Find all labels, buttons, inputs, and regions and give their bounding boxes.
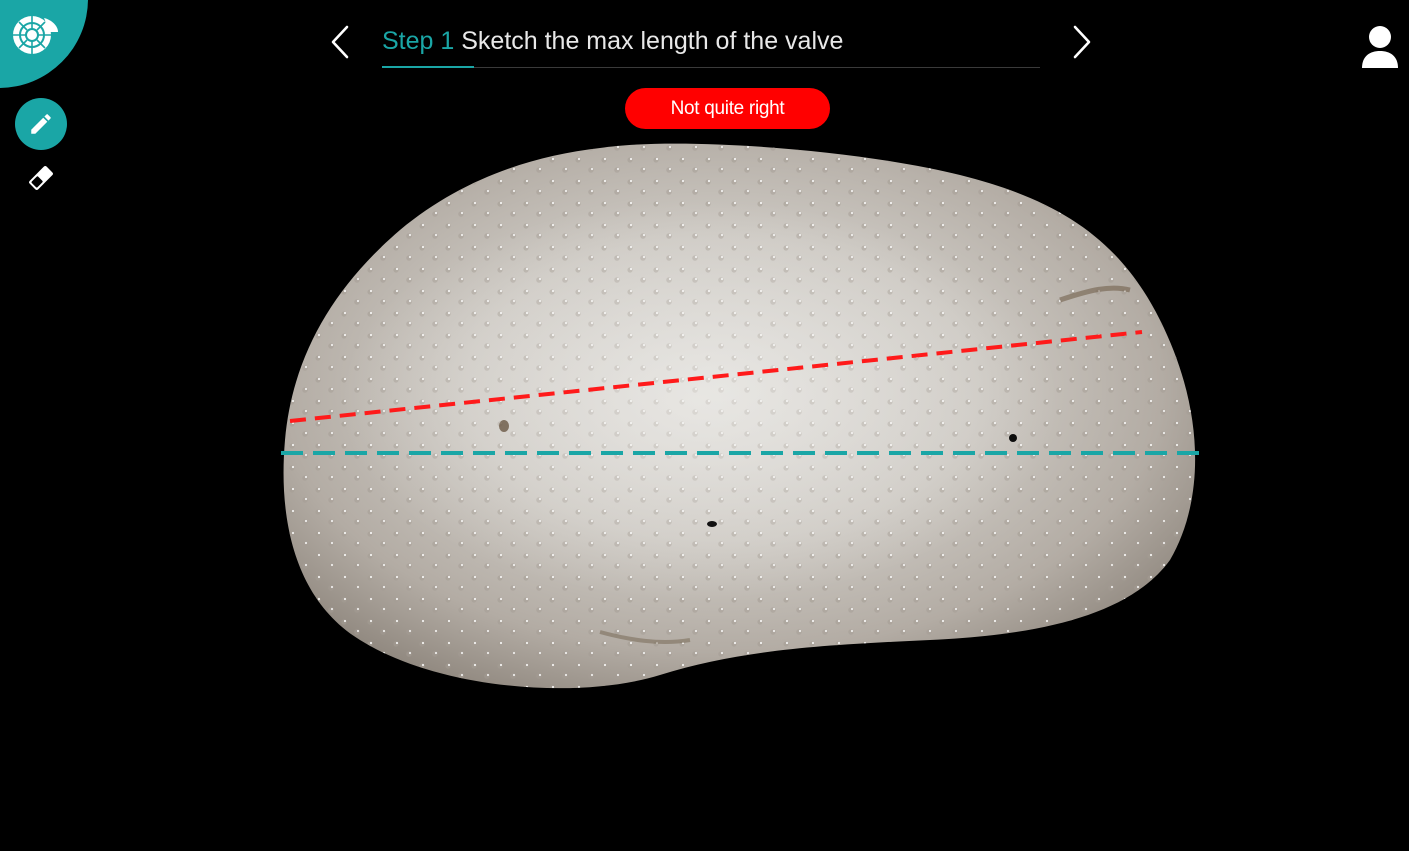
- pencil-icon: [31, 114, 51, 134]
- eraser-tool-button[interactable]: [24, 161, 58, 195]
- step-header: Step 1 Sketch the max length of the valv…: [382, 24, 1040, 68]
- eraser-icon: [29, 166, 53, 190]
- step-progress-bar: [382, 66, 475, 68]
- feedback-badge: Not quite right: [625, 88, 830, 129]
- ostracod-valve: [283, 143, 1196, 689]
- step-label: Step 1: [382, 27, 455, 55]
- user-icon[interactable]: [1360, 24, 1400, 70]
- chevron-left-icon[interactable]: [326, 24, 356, 60]
- canvas-stage: Step 1 Sketch the max length of the valv…: [0, 0, 1409, 851]
- chevron-right-icon[interactable]: [1066, 24, 1096, 60]
- shell-logo-icon: [13, 16, 58, 54]
- step-instruction: Sketch the max length of the valve: [461, 27, 844, 55]
- pencil-tool-button[interactable]: [15, 98, 67, 150]
- step-title: Step 1 Sketch the max length of the valv…: [382, 26, 843, 56]
